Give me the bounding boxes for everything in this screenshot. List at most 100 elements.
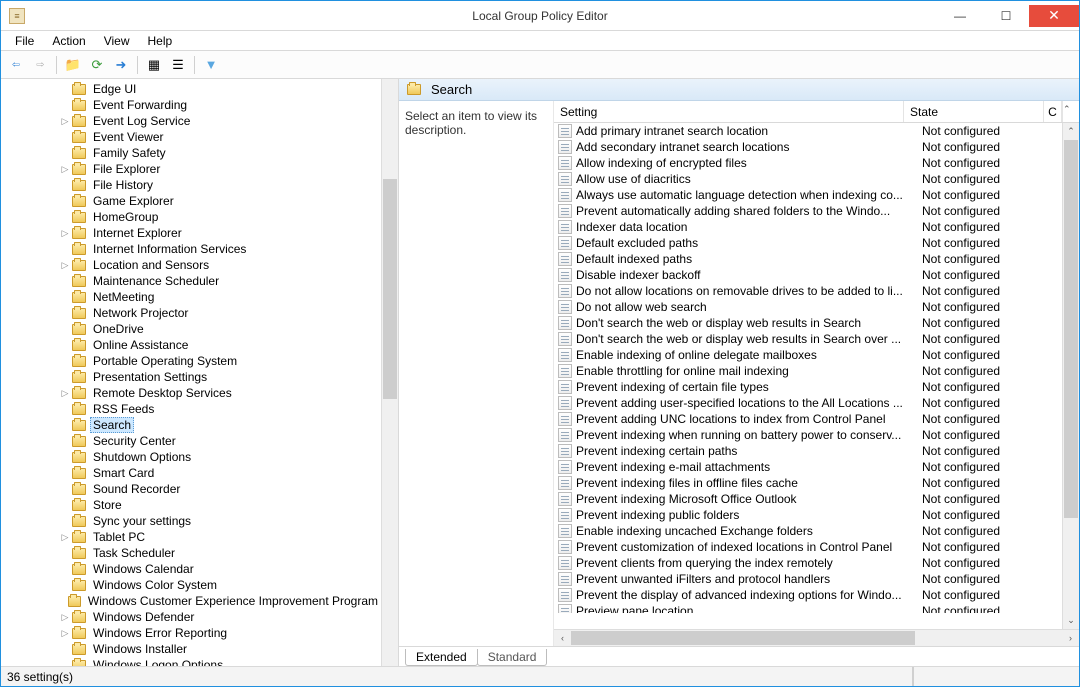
scroll-up-icon[interactable]: ⌃ [1063, 123, 1079, 140]
tree-item[interactable]: ▷Search [1, 417, 381, 433]
tree-item[interactable]: ▷Location and Sensors [1, 257, 381, 273]
setting-row[interactable]: Prevent indexing public foldersNot confi… [554, 507, 1062, 523]
tree-item[interactable]: ▷Windows Customer Experience Improvement… [1, 593, 381, 609]
setting-row[interactable]: Always use automatic language detection … [554, 187, 1062, 203]
expander-icon[interactable]: ▷ [59, 387, 71, 399]
tree-scroll[interactable]: ▷Edge UI▷Event Forwarding▷Event Log Serv… [1, 79, 381, 666]
tree-item[interactable]: ▷Shutdown Options [1, 449, 381, 465]
expander-icon[interactable]: ▷ [59, 227, 71, 239]
export-button[interactable]: ➜ [110, 54, 132, 76]
setting-row[interactable]: Don't search the web or display web resu… [554, 315, 1062, 331]
setting-row[interactable]: Enable indexing uncached Exchange folder… [554, 523, 1062, 539]
tree-item[interactable]: ▷OneDrive [1, 321, 381, 337]
tab-extended[interactable]: Extended [405, 649, 478, 666]
setting-row[interactable]: Default indexed pathsNot configured [554, 251, 1062, 267]
setting-row[interactable]: Do not allow web searchNot configured [554, 299, 1062, 315]
expander-icon[interactable]: ▷ [59, 531, 71, 543]
menu-action[interactable]: Action [44, 32, 93, 50]
scrollbar-thumb[interactable] [383, 179, 397, 399]
minimize-button[interactable]: — [937, 5, 983, 27]
tree-item[interactable]: ▷Network Projector [1, 305, 381, 321]
tree-item[interactable]: ▷Windows Defender [1, 609, 381, 625]
setting-row[interactable]: Prevent indexing when running on battery… [554, 427, 1062, 443]
scroll-left-icon[interactable]: ‹ [554, 633, 571, 643]
tree-item[interactable]: ▷Windows Error Reporting [1, 625, 381, 641]
expander-icon[interactable]: ▷ [59, 259, 71, 271]
tree-item[interactable]: ▷Sound Recorder [1, 481, 381, 497]
setting-row[interactable]: Prevent adding UNC locations to index fr… [554, 411, 1062, 427]
tree-item[interactable]: ▷Tablet PC [1, 529, 381, 545]
setting-row[interactable]: Prevent clients from querying the index … [554, 555, 1062, 571]
setting-row[interactable]: Preview pane locationNot configured [554, 603, 1062, 613]
list-button[interactable]: ☰ [167, 54, 189, 76]
tree-item[interactable]: ▷Family Safety [1, 145, 381, 161]
tree-item[interactable]: ▷Remote Desktop Services [1, 385, 381, 401]
menu-file[interactable]: File [7, 32, 42, 50]
tree-item[interactable]: ▷Store [1, 497, 381, 513]
tree-item[interactable]: ▷Game Explorer [1, 193, 381, 209]
tab-standard[interactable]: Standard [477, 649, 548, 666]
setting-row[interactable]: Disable indexer backoffNot configured [554, 267, 1062, 283]
setting-row[interactable]: Do not allow locations on removable driv… [554, 283, 1062, 299]
tree-item[interactable]: ▷Event Viewer [1, 129, 381, 145]
expander-icon[interactable]: ▷ [59, 163, 71, 175]
expander-icon[interactable]: ▷ [59, 115, 71, 127]
column-state[interactable]: State [904, 101, 1044, 122]
setting-row[interactable]: Indexer data locationNot configured [554, 219, 1062, 235]
back-button[interactable]: ⇦ [5, 54, 27, 76]
tree-item[interactable]: ▷File History [1, 177, 381, 193]
forward-button[interactable]: ⇨ [29, 54, 51, 76]
column-comment[interactable]: C [1044, 101, 1062, 122]
menu-view[interactable]: View [96, 32, 138, 50]
setting-row[interactable]: Add primary intranet search locationNot … [554, 123, 1062, 139]
tree-item[interactable]: ▷Sync your settings [1, 513, 381, 529]
setting-row[interactable]: Don't search the web or display web resu… [554, 331, 1062, 347]
list-scroll[interactable]: Add primary intranet search locationNot … [554, 123, 1079, 629]
tree-item[interactable]: ▷Windows Installer [1, 641, 381, 657]
tree-item[interactable]: ▷Security Center [1, 433, 381, 449]
tree-item[interactable]: ▷File Explorer [1, 161, 381, 177]
setting-row[interactable]: Prevent indexing e-mail attachmentsNot c… [554, 459, 1062, 475]
tree-item[interactable]: ▷Presentation Settings [1, 369, 381, 385]
menu-help[interactable]: Help [140, 32, 181, 50]
tree-scrollbar[interactable] [381, 79, 398, 666]
setting-row[interactable]: Default excluded pathsNot configured [554, 235, 1062, 251]
filter-button[interactable]: ▼ [200, 54, 222, 76]
expander-icon[interactable]: ▷ [59, 611, 71, 623]
up-button[interactable]: 📁 [62, 54, 84, 76]
setting-row[interactable]: Prevent indexing certain pathsNot config… [554, 443, 1062, 459]
tree-item[interactable]: ▷Smart Card [1, 465, 381, 481]
setting-row[interactable]: Prevent automatically adding shared fold… [554, 203, 1062, 219]
tree-item[interactable]: ▷Event Log Service [1, 113, 381, 129]
close-button[interactable]: ✕ [1029, 5, 1079, 27]
setting-row[interactable]: Prevent the display of advanced indexing… [554, 587, 1062, 603]
properties-button[interactable]: ▦ [143, 54, 165, 76]
tree-item[interactable]: ▷Internet Explorer [1, 225, 381, 241]
tree-item[interactable]: ▷Maintenance Scheduler [1, 273, 381, 289]
list-hscrollbar[interactable]: ‹ › [554, 629, 1079, 646]
tree-item[interactable]: ▷Internet Information Services [1, 241, 381, 257]
setting-row[interactable]: Prevent adding user-specified locations … [554, 395, 1062, 411]
scroll-down-icon[interactable]: ⌄ [1063, 612, 1079, 629]
setting-row[interactable]: Enable throttling for online mail indexi… [554, 363, 1062, 379]
scroll-right-icon[interactable]: › [1062, 633, 1079, 643]
scrollbar-thumb[interactable] [1064, 140, 1078, 518]
tree-item[interactable]: ▷Online Assistance [1, 337, 381, 353]
setting-row[interactable]: Prevent indexing files in offline files … [554, 475, 1062, 491]
setting-row[interactable]: Add secondary intranet search locationsN… [554, 139, 1062, 155]
tree-item[interactable]: ▷NetMeeting [1, 289, 381, 305]
list-vscrollbar[interactable]: ⌃ ⌄ [1062, 123, 1079, 629]
tree-item[interactable]: ▷Windows Logon Options [1, 657, 381, 666]
maximize-button[interactable]: ☐ [983, 5, 1029, 27]
tree-item[interactable]: ▷Windows Calendar [1, 561, 381, 577]
setting-row[interactable]: Enable indexing of online delegate mailb… [554, 347, 1062, 363]
tree-item[interactable]: ▷Event Forwarding [1, 97, 381, 113]
column-setting[interactable]: Setting [554, 101, 904, 122]
setting-row[interactable]: Prevent customization of indexed locatio… [554, 539, 1062, 555]
tree-item[interactable]: ▷HomeGroup [1, 209, 381, 225]
setting-row[interactable]: Allow indexing of encrypted filesNot con… [554, 155, 1062, 171]
expander-icon[interactable]: ▷ [59, 627, 71, 639]
tree-item[interactable]: ▷Portable Operating System [1, 353, 381, 369]
tree-item[interactable]: ▷Task Scheduler [1, 545, 381, 561]
refresh-button[interactable]: ⟳ [86, 54, 108, 76]
